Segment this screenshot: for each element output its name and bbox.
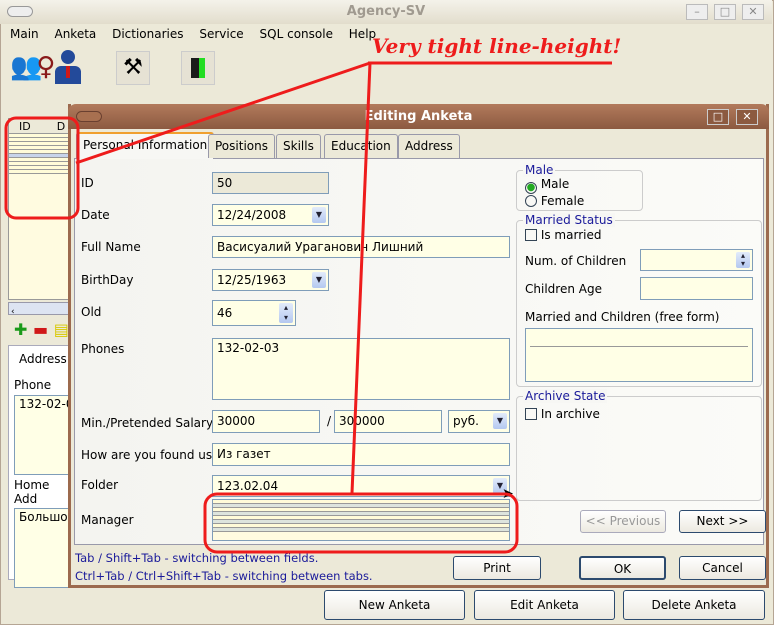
- annotation-pointer-left: [75, 61, 371, 165]
- annotation-text: Very tight line-height!: [372, 34, 622, 58]
- annotation-pointer-bottom: [350, 62, 372, 494]
- annotation-overlay: [4, 61, 612, 554]
- annotation-highlight-table: [4, 116, 80, 220]
- annotation-highlight-manager: [203, 492, 519, 554]
